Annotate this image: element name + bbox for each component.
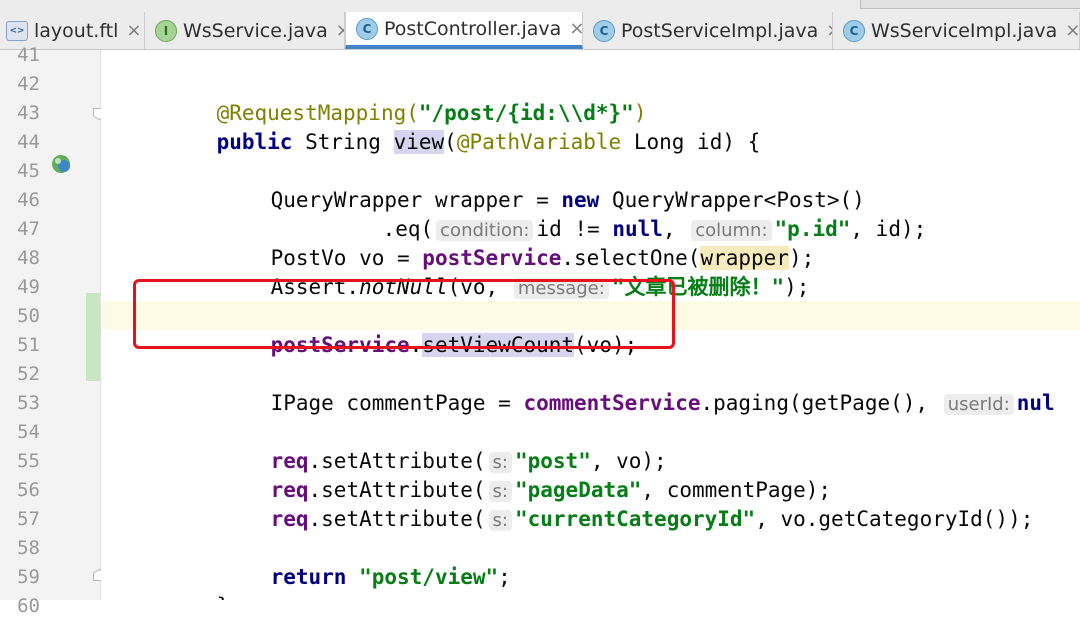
code-line-58[interactable]: return "post/view"; [220,534,511,589]
code-line-46[interactable]: .eq(condition: id != null, column: "p.id",… [332,186,926,241]
code-text: IPage commentPage = [270,391,524,415]
tab-label: PostServiceImpl.java [621,19,819,42]
line-number: 44 [17,131,40,153]
line-number: 47 [17,218,40,240]
code-line-48[interactable]: Assert.notNull(vo, message: "文章已被删除！"); [220,244,809,299]
string-literal: "post/view" [359,565,499,589]
code-text: , id); [850,217,927,241]
code-line-54[interactable]: req.setAttribute(s: "post", vo); [220,418,667,473]
method-name: view [393,130,445,154]
close-icon[interactable]: × [569,18,582,39]
close-icon[interactable]: × [826,20,832,41]
line-number: 48 [17,247,40,269]
code-text: } [217,594,230,600]
line-number: 50 [17,305,40,327]
code-line-56[interactable]: req.setAttribute(s: "currentCategoryId", … [220,476,1033,531]
field-reference: req [270,507,309,531]
line-number: 46 [17,189,40,211]
tab-label: layout.ftl [34,19,119,42]
class-icon: C [593,19,615,42]
code-text: .setAttribute( [308,507,486,531]
tab-label: PostController.java [384,17,562,40]
vcs-change-marker[interactable] [86,293,100,381]
code-line-47[interactable]: PostVo vo = postService.selectOne(wrappe… [220,215,814,270]
line-number: 54 [17,421,40,443]
class-icon: C [843,19,865,42]
close-icon[interactable]: × [126,20,141,41]
tab-ws-service-impl[interactable]: C WsServiceImpl.java × [833,12,1080,49]
close-icon[interactable]: × [1065,20,1079,41]
code-line-43[interactable]: public String view(@PathVariable Long id… [166,99,760,154]
code-line-42[interactable]: @RequestMapping("/post/{id:\\d*}") [166,70,647,125]
line-number: 49 [17,276,40,298]
spring-bean-icon[interactable] [50,153,72,175]
interface-icon: I [155,19,177,42]
line-number: 60 [17,595,40,617]
line-number: 52 [17,363,40,385]
line-number: 55 [17,450,40,472]
line-number: 41 [17,44,40,66]
tab-label: WsServiceImpl.java [871,19,1058,42]
code-line-52[interactable]: IPage commentPage = commentService.pagin… [220,360,1055,415]
keyword: public [216,130,293,154]
ftl-file-icon: <> [6,20,28,41]
line-number: 58 [17,537,40,559]
editor-tab-bar: <> layout.ftl × I WsService.java × C Pos… [0,0,1080,50]
highlight-annotation-box [133,279,675,349]
keyword: nul [1016,391,1055,415]
code-line-59[interactable]: } [166,563,230,600]
keyword: return [270,565,347,589]
code-text: ); [784,275,810,299]
code-text: String [292,130,394,154]
code-text: , vo.getCategoryId()); [755,507,1034,531]
tab-ws-service[interactable]: I WsService.java × [145,12,345,49]
close-icon[interactable]: × [336,20,344,41]
annotation: @PathVariable [456,130,622,154]
code-line-45[interactable]: QueryWrapper wrapper = new QueryWrapper<… [220,157,865,212]
field-reference: commentService [523,391,701,415]
code-text: Long id) { [621,130,761,154]
class-icon: C [356,17,378,40]
line-number-gutter[interactable]: 41 42 43 44 45 46 47 48 49 50 51 52 53 5… [0,44,105,617]
line-number: 42 [17,73,40,95]
parameter-hint: s: [488,510,512,531]
window-top-strip [860,0,1080,9]
tab-post-controller[interactable]: C PostController.java × [345,12,583,49]
line-number: 56 [17,479,40,501]
line-number: 43 [17,102,40,124]
line-number: 57 [17,508,40,530]
code-text: .paging(getPage(), [700,391,929,415]
line-number: 53 [17,392,40,414]
line-number: 51 [17,334,40,356]
code-text: ; [498,565,511,589]
tab-label: WsService.java [183,19,328,42]
parameter-hint: userId: [943,394,1014,415]
line-number: 45 [17,160,40,182]
code-text: ( [444,130,457,154]
line-number: 59 [17,566,40,588]
tab-post-service-impl[interactable]: C PostServiceImpl.java × [583,12,833,49]
string-literal: "currentCategoryId" [514,507,756,531]
code-line-55[interactable]: req.setAttribute(s: "pageData", commentPa… [220,447,831,502]
